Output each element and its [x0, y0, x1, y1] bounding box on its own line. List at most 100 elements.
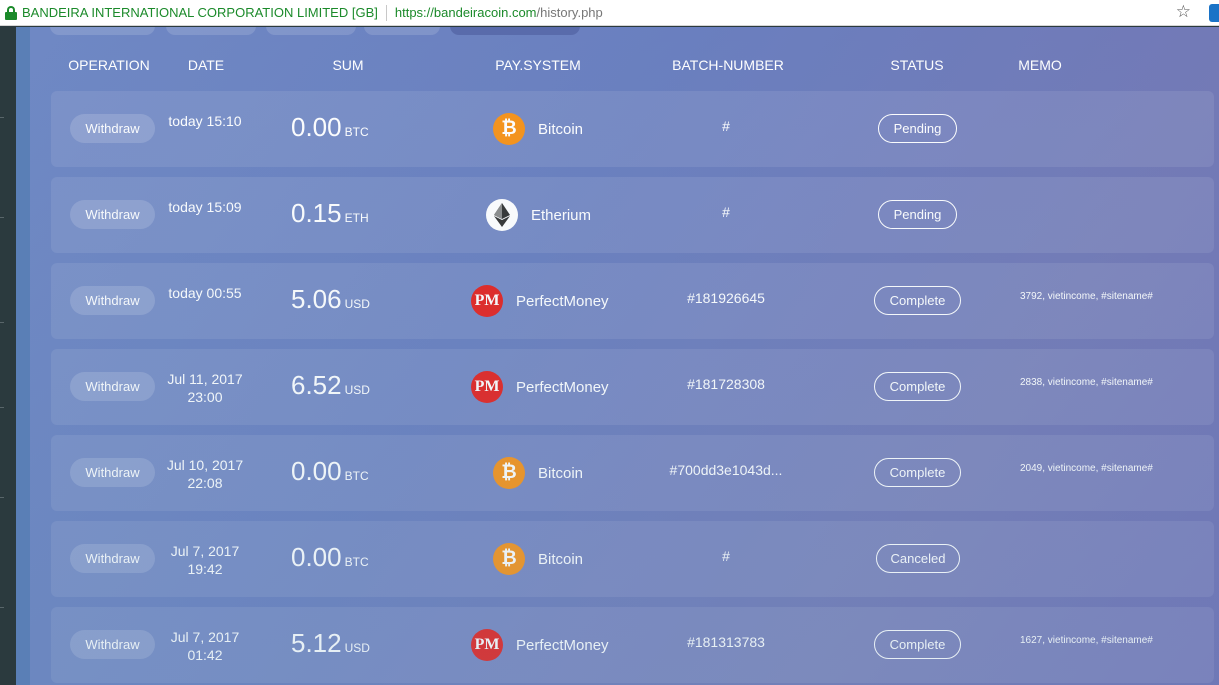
bookmark-star-icon[interactable]: ☆ [1176, 2, 1191, 22]
sum-cell: 0.00 BTC [291, 542, 411, 573]
withdraw-button[interactable]: Withdraw [70, 114, 155, 143]
tab-stub[interactable] [166, 27, 256, 35]
pay-system-cell: PM PerfectMoney [471, 371, 609, 403]
amount: 0.00 [291, 112, 342, 142]
date-line-1: Jul 11, 2017 [167, 371, 243, 387]
date-cell: Jul 10, 2017 22:08 [147, 456, 263, 492]
pay-system-name: PerfectMoney [516, 636, 609, 654]
header-operation: OPERATION [68, 57, 150, 73]
header-memo: MEMO [1018, 57, 1062, 73]
table-row: Withdraw today 00:55 5.06 USD PM PerfectM… [51, 263, 1214, 339]
currency-unit: BTC [344, 555, 369, 569]
sum-cell: 0.00 BTC [291, 112, 411, 143]
url-path: /history.php [536, 5, 603, 20]
withdraw-button[interactable]: Withdraw [70, 200, 155, 229]
pay-system-name: Bitcoin [538, 464, 584, 482]
amount: 6.52 [291, 370, 342, 400]
withdraw-button[interactable]: Withdraw [70, 458, 155, 487]
amount: 5.06 [291, 284, 342, 314]
withdraw-button[interactable]: Withdraw [70, 286, 155, 315]
pay-system-cell: PM PerfectMoney [471, 629, 609, 661]
bitcoin-icon: ₿ [493, 113, 525, 145]
tab-stub[interactable] [364, 27, 440, 35]
sum-cell: 6.52 USD [291, 370, 411, 401]
pay-system-name: Bitcoin [538, 550, 584, 568]
table-header: OPERATION DATE SUM PAY.SYSTEM BATCH-NUMB… [30, 57, 1219, 79]
memo-text: 1627, vietincome, #sitename# [1020, 635, 1153, 646]
left-sidebar [0, 27, 16, 685]
date-line-2: 19:42 [187, 561, 223, 577]
tab-stub[interactable] [50, 27, 155, 35]
withdraw-button[interactable]: Withdraw [70, 630, 155, 659]
memo-text: 2838, vietincome, #sitename# [1020, 377, 1153, 388]
batch-number: #181313783 [687, 634, 765, 650]
sum-cell: 5.12 USD [291, 628, 411, 659]
amount: 0.00 [291, 542, 342, 572]
sum-cell: 0.00 BTC [291, 456, 411, 487]
memo-text: 2049, vietincome, #sitename# [1020, 463, 1153, 474]
header-sum: SUM [332, 57, 364, 73]
lock-icon [5, 5, 17, 20]
date-line-2: 22:08 [187, 475, 223, 491]
date-line-1: Jul 7, 2017 [170, 543, 240, 559]
date-cell: today 15:10 [147, 112, 263, 130]
withdraw-button[interactable]: Withdraw [70, 544, 155, 573]
date-cell: today 15:09 [147, 198, 263, 216]
date-cell: today 00:55 [147, 284, 263, 302]
batch-number: #700dd3e1043d... [669, 462, 783, 478]
amount: 0.00 [291, 456, 342, 486]
batch-number: # [722, 548, 730, 564]
status-badge: Canceled [876, 544, 960, 573]
pay-system-cell: Etherium [486, 199, 591, 231]
date-line-1: today 15:09 [168, 199, 242, 215]
extension-icon[interactable] [1209, 4, 1219, 22]
site-identity[interactable]: BANDEIRA INTERNATIONAL CORPORATION LIMIT… [22, 5, 378, 20]
currency-unit: BTC [344, 125, 369, 139]
bitcoin-icon: ₿ [493, 543, 525, 575]
pay-system-name: PerfectMoney [516, 378, 609, 396]
date-line-2: 23:00 [187, 389, 223, 405]
pay-system-cell: ₿ Bitcoin [493, 113, 583, 145]
date-line-1: Jul 10, 2017 [166, 457, 244, 473]
date-cell: Jul 11, 2017 23:00 [147, 370, 263, 406]
date-cell: Jul 7, 2017 19:42 [147, 542, 263, 578]
batch-number: # [722, 118, 730, 134]
header-status: STATUS [890, 57, 944, 73]
status-badge: Complete [874, 372, 961, 401]
amount: 5.12 [291, 628, 342, 658]
header-batch-number: BATCH-NUMBER [672, 57, 784, 73]
status-badge: Complete [874, 630, 961, 659]
pay-system-cell: PM PerfectMoney [471, 285, 609, 317]
pay-system-name: Etherium [531, 206, 592, 224]
date-line-1: today 00:55 [168, 285, 242, 301]
table-row: Withdraw today 15:10 0.00 BTC ₿ Bitcoin #… [51, 91, 1214, 167]
batch-number: # [722, 204, 730, 220]
status-badge: Complete [874, 286, 961, 315]
header-date: DATE [187, 57, 225, 73]
url-host: https://bandeiracoin.com [394, 5, 537, 20]
currency-unit: USD [344, 641, 370, 655]
table-row: Withdraw Jul 11, 2017 23:00 6.52 USD PM Pe… [51, 349, 1214, 425]
perfectmoney-icon: PM [471, 629, 503, 661]
tab-stub-active[interactable] [450, 27, 580, 35]
table-row: Withdraw Jul 10, 2017 22:08 0.00 BTC ₿ Bit… [51, 435, 1214, 511]
currency-unit: ETH [344, 211, 369, 225]
date-line-2: 01:42 [187, 647, 223, 663]
address-bar[interactable]: BANDEIRA INTERNATIONAL CORPORATION LIMIT… [0, 0, 1219, 26]
ethereum-icon [486, 199, 518, 231]
currency-unit: BTC [344, 469, 369, 483]
address-separator [385, 4, 387, 21]
pay-system-name: Bitcoin [538, 120, 584, 138]
table-row: Withdraw today 15:09 0.15 ETH Etherium # … [51, 177, 1214, 253]
tab-stub[interactable] [266, 27, 356, 35]
status-badge: Pending [878, 114, 957, 143]
url-text[interactable]: https://bandeiracoin.com/history.php [395, 5, 603, 20]
date-line-1: Jul 7, 2017 [170, 629, 240, 645]
batch-number: #181926645 [687, 290, 765, 306]
bitcoin-icon: ₿ [493, 457, 525, 489]
perfectmoney-icon: PM [471, 371, 503, 403]
status-badge: Complete [874, 458, 961, 487]
batch-number: #181728308 [687, 376, 765, 392]
header-pay-system: PAY.SYSTEM [495, 57, 581, 73]
withdraw-button[interactable]: Withdraw [70, 372, 155, 401]
